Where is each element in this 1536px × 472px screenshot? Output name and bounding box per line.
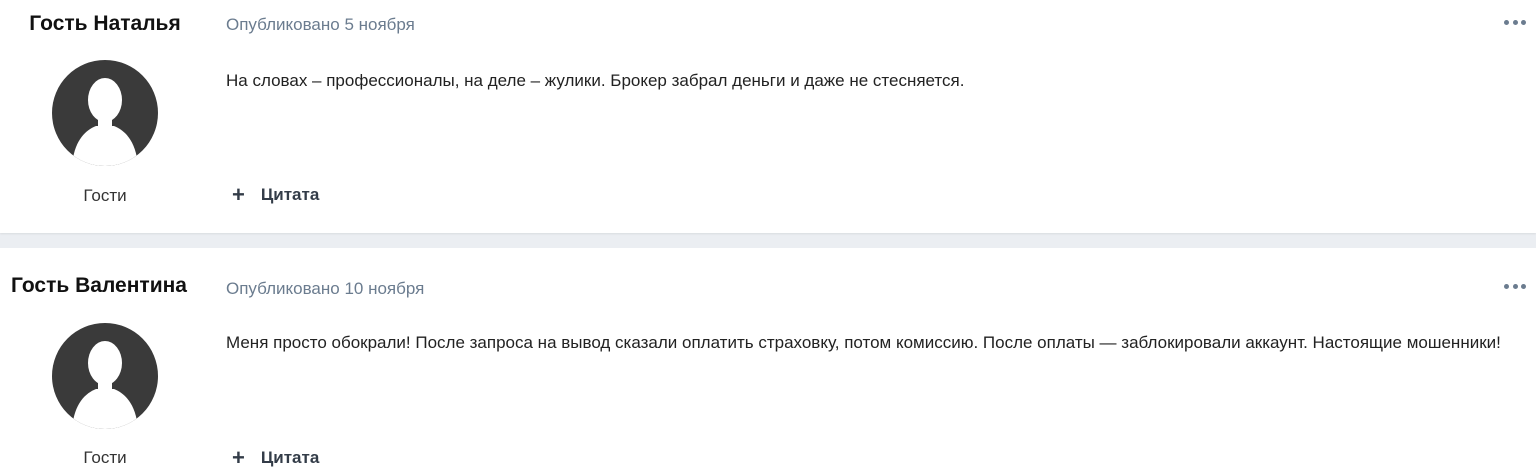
quote-button[interactable]: + Цитата bbox=[232, 184, 319, 206]
member-group: Гости bbox=[83, 448, 127, 467]
member-group: Гости bbox=[83, 186, 127, 205]
post-2: Гость Валентина Гости Опубликовано 10 но… bbox=[0, 248, 1536, 472]
author-name[interactable]: Гость Наталья bbox=[0, 12, 210, 36]
author-name[interactable]: Гость Валентина bbox=[0, 274, 202, 298]
plus-icon: + bbox=[232, 445, 245, 470]
avatar[interactable] bbox=[52, 60, 158, 166]
ellipsis-icon[interactable] bbox=[1504, 276, 1526, 296]
post-content: На словах – профессионалы, на деле – жул… bbox=[226, 71, 965, 90]
ellipsis-icon[interactable] bbox=[1504, 12, 1526, 32]
quote-label: Цитата bbox=[260, 185, 320, 204]
post-1: Гость Наталья Гости Опубликовано 5 ноябр… bbox=[0, 0, 1536, 233]
quote-label: Цитата bbox=[260, 448, 320, 467]
post-date[interactable]: Опубликовано 10 ноября bbox=[226, 279, 424, 299]
quote-button[interactable]: + Цитата bbox=[232, 447, 319, 469]
user-silhouette-icon bbox=[72, 78, 138, 166]
post-date[interactable]: Опубликовано 5 ноября bbox=[226, 15, 415, 35]
user-silhouette-icon bbox=[72, 341, 138, 429]
post-content: Меня просто обокрали! После запроса на в… bbox=[226, 333, 1501, 352]
avatar[interactable] bbox=[52, 323, 158, 429]
plus-icon: + bbox=[232, 182, 245, 207]
